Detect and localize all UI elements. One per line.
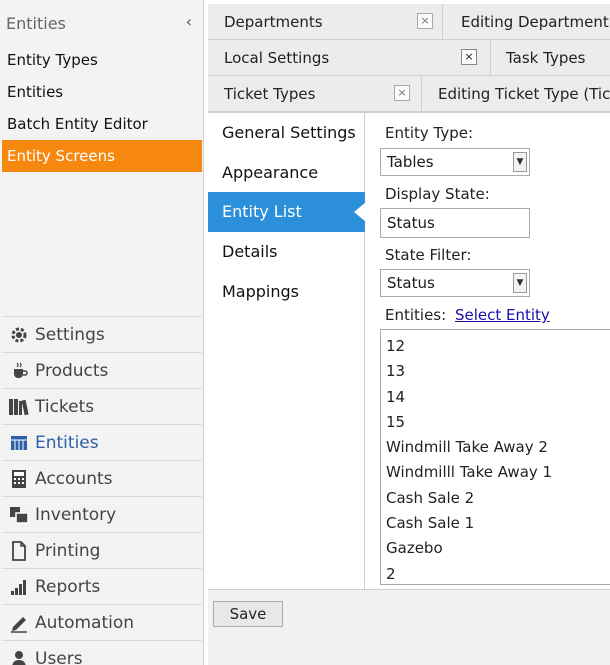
tab-label: Local Settings [224, 48, 330, 67]
select-entity-link[interactable]: Select Entity [455, 306, 550, 324]
subnav-entity-list[interactable]: Entity List [208, 192, 366, 232]
entity-type-value: Tables [387, 153, 434, 171]
tab-row-2: Local Settings × Task Types [208, 40, 610, 76]
nav-item-entities[interactable]: Entities [2, 424, 202, 460]
nav-item-label: Reports [35, 576, 101, 597]
nav-item-inventory[interactable]: Inventory [2, 496, 202, 532]
left-panel-header: Entities ‹ [6, 12, 196, 36]
settings-subnav: General Settings Appearance Entity List … [208, 113, 366, 590]
close-icon[interactable]: × [461, 49, 477, 65]
nav-item-label: Entities [35, 432, 99, 453]
nav-item-reports[interactable]: Reports [2, 568, 202, 604]
list-item[interactable]: Cash Sale 1 [381, 511, 610, 536]
close-icon[interactable]: × [417, 13, 433, 29]
gear-icon [8, 325, 30, 345]
nav-item-label: Tickets [35, 396, 95, 417]
tab-task-types[interactable]: Task Types [492, 40, 610, 75]
display-state-input[interactable]: Status [380, 208, 530, 238]
entities-submenu: Entity Types Entities Batch Entity Edito… [2, 44, 202, 172]
subnav-mappings[interactable]: Mappings [208, 272, 365, 312]
nav-item-label: Users [35, 648, 83, 665]
collapse-chevron-icon[interactable]: ‹ [186, 12, 192, 31]
chevron-down-icon: ▼ [513, 273, 527, 293]
tab-label: Task Types [506, 48, 586, 67]
save-button[interactable]: Save [213, 601, 283, 627]
main-navigation: Settings Products Tickets Entities Accou… [2, 316, 202, 665]
state-filter-label: State Filter: [385, 246, 472, 264]
list-item[interactable]: Windmill Take Away 2 [381, 435, 610, 460]
nav-item-label: Printing [35, 540, 101, 561]
list-item[interactable]: 13 [381, 359, 610, 384]
submenu-item-entity-screens[interactable]: Entity Screens [2, 140, 202, 172]
submenu-item-batch-entity-editor[interactable]: Batch Entity Editor [2, 108, 202, 140]
calculator-icon [8, 469, 30, 489]
state-filter-value: Status [387, 274, 435, 292]
nav-item-users[interactable]: Users [2, 640, 202, 665]
list-item[interactable]: 2 [381, 562, 610, 584]
stack-icon [8, 505, 30, 525]
bar-chart-icon [8, 577, 30, 597]
tab-label: Editing Ticket Type (Ticke [438, 84, 610, 103]
nav-item-accounts[interactable]: Accounts [2, 460, 202, 496]
tab-editing-department[interactable]: Editing Department (Ne [444, 4, 610, 39]
nav-item-products[interactable]: Products [2, 352, 202, 388]
nav-item-label: Products [35, 360, 109, 381]
tab-row-3: Ticket Types × Editing Ticket Type (Tick… [208, 76, 610, 112]
tab-ticket-types[interactable]: Ticket Types × [208, 76, 422, 111]
left-panel: Entities ‹ Entity Types Entities Batch E… [0, 0, 204, 665]
submenu-item-entities[interactable]: Entities [2, 76, 202, 108]
entities-row: Entities: Select Entity [385, 306, 550, 324]
left-panel-title: Entities [6, 14, 66, 33]
entity-type-select[interactable]: Tables ▼ [380, 148, 530, 176]
list-item[interactable]: Gazebo [381, 536, 610, 561]
submenu-item-entity-types[interactable]: Entity Types [2, 44, 202, 76]
state-filter-select[interactable]: Status ▼ [380, 269, 530, 297]
list-item[interactable]: 15 [381, 410, 610, 435]
document-icon [8, 540, 30, 561]
tab-departments[interactable]: Departments × [208, 4, 443, 39]
nav-item-settings[interactable]: Settings [2, 316, 202, 352]
subnav-appearance[interactable]: Appearance [208, 153, 365, 193]
entities-list[interactable]: 12 13 14 15 Windmill Take Away 2 Windmil… [380, 329, 610, 585]
nav-item-label: Accounts [35, 468, 113, 489]
nav-item-tickets[interactable]: Tickets [2, 388, 202, 424]
user-icon [8, 649, 30, 665]
entities-label: Entities: [385, 306, 447, 324]
tab-label: Departments [224, 12, 323, 31]
subnav-details[interactable]: Details [208, 232, 365, 272]
tab-label: Editing Department (Ne [461, 12, 610, 31]
list-item[interactable]: Cash Sale 2 [381, 486, 610, 511]
chevron-down-icon: ▼ [513, 152, 527, 172]
tab-local-settings[interactable]: Local Settings × [208, 40, 491, 75]
nav-item-automation[interactable]: Automation [2, 604, 202, 640]
tab-editing-ticket-type[interactable]: Editing Ticket Type (Ticke [423, 76, 610, 111]
display-state-label: Display State: [385, 185, 490, 203]
list-item[interactable]: 12 [381, 334, 610, 359]
entity-screen-editor: General Settings Appearance Entity List … [208, 112, 610, 590]
close-icon[interactable]: × [394, 85, 410, 101]
nav-item-printing[interactable]: Printing [2, 532, 202, 568]
entity-type-label: Entity Type: [385, 124, 474, 142]
tab-label: Ticket Types [224, 84, 316, 103]
table-grid-icon [8, 433, 30, 453]
subnav-general-settings[interactable]: General Settings [208, 113, 365, 153]
footer-bar: Save [208, 589, 610, 665]
books-icon [8, 397, 30, 417]
list-item[interactable]: Windmilll Take Away 1 [381, 460, 610, 485]
coffee-cup-icon [8, 361, 30, 381]
pen-icon [8, 613, 30, 633]
list-item[interactable]: 14 [381, 385, 610, 410]
nav-item-label: Inventory [35, 504, 117, 525]
tab-row-1: Departments × Editing Department (Ne [208, 4, 610, 40]
nav-item-label: Settings [35, 324, 105, 345]
nav-item-label: Automation [35, 612, 135, 633]
